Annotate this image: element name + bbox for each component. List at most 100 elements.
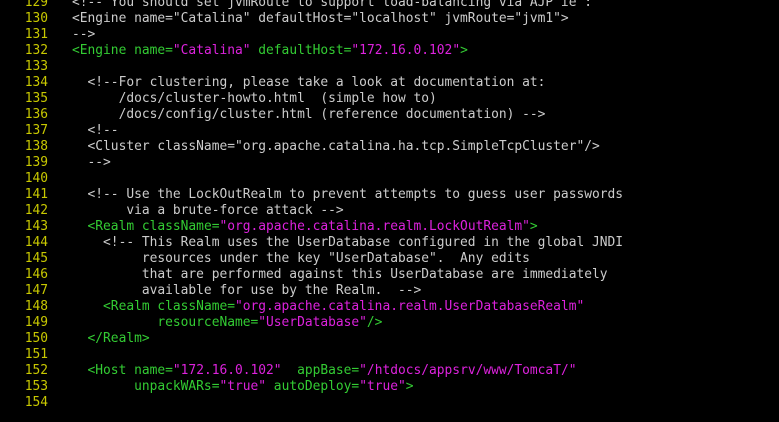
code-line[interactable]: 130 <Engine name="Catalina" defaultHost="… [0,11,779,27]
code-line[interactable]: 146 that are performed against this User… [0,267,779,283]
line-number: 141 [24,187,48,202]
code-line[interactable]: 138 <Cluster className="org.apache.catal… [0,139,779,155]
tag-token: autoDeploy= [266,379,360,394]
string-token: "172.16.0.102" [172,363,282,378]
tag-token: defaultHost= [250,43,352,58]
tag-token: name= [134,43,173,58]
line-content[interactable]: <!-- Use the LockOutRealm to prevent att… [72,187,624,203]
code-line[interactable]: 150 </Realm> [0,331,779,347]
line-content[interactable]: <!-- This Realm uses the UserDatabase co… [72,235,623,251]
line-number: 151 [24,347,48,362]
tag-token: > [529,219,538,234]
line-content[interactable]: <Cluster className="org.apache.catalina.… [72,139,600,155]
code-line[interactable]: 144 <!-- This Realm uses the UserDatabas… [0,235,779,251]
code-line[interactable]: 132 <Engine name="Catalina" defaultHost="… [0,43,779,59]
string-token: "true" [359,379,406,394]
code-line[interactable]: 145 resources under the key "UserDatabas… [0,251,779,267]
code-line[interactable]: 139 --> [0,155,779,171]
string-token: "172.16.0.102" [351,43,461,58]
code-line[interactable]: 151 [0,347,779,363]
string-token: "org.apache.catalina.realm.LockOutRealm" [219,219,530,234]
code-editor[interactable]: 129 <!-- You should set jvmRoute to suppo… [0,0,779,411]
line-number: 143 [24,219,48,234]
code-line[interactable]: 143 <Realm className="org.apache.catalin… [0,219,779,235]
line-content[interactable]: /docs/config/cluster.html (reference doc… [72,107,546,123]
line-content[interactable]: <Engine name="Catalina" defaultHost="172… [72,43,468,59]
code-line[interactable]: 153 unpackWARs="true" autoDeploy="true"> [0,379,779,395]
line-content[interactable]: <!--For clustering, please take a look a… [72,75,546,91]
line-content[interactable]: unpackWARs="true" autoDeploy="true"> [72,379,414,395]
line-number: 136 [24,107,48,122]
line-number: 146 [24,267,48,282]
string-token: "/htdocs/appsrv/www/TomcaT/" [359,363,577,378]
line-number: 149 [24,315,48,330]
line-number: 153 [24,379,48,394]
line-content[interactable]: <Realm className="org.apache.catalina.re… [72,219,538,235]
code-line[interactable]: 140 [0,171,779,187]
code-line[interactable]: 131 --> [0,27,779,43]
comment-token: <!-- Use the LockOutRealm to prevent att… [72,187,624,202]
tag-token: <Engine [72,43,135,58]
line-content[interactable]: available for use by the Realm. --> [72,283,421,299]
line-content[interactable]: that are performed against this UserData… [72,267,608,283]
line-number: 138 [24,139,48,154]
string-token: "org.apache.catalina.realm.UserDatabaseR… [234,299,585,314]
line-number: 134 [24,75,48,90]
comment-token: --> [72,27,96,42]
comment-token: <!-- This Realm uses the UserDatabase co… [72,235,624,250]
comment-token: /docs/config/cluster.html (reference doc… [72,107,546,122]
code-line[interactable]: 135 /docs/cluster-howto.html (simple how… [0,91,779,107]
line-number: 137 [24,123,48,138]
line-content[interactable]: <!-- [72,123,119,139]
tag-token: > [405,379,414,394]
line-content[interactable]: <Host name="172.16.0.102" appBase="/htdo… [72,363,577,379]
line-content[interactable]: --> [72,27,95,43]
tag-token: unpackWARs= [72,379,220,394]
comment-token: via a brute-force attack --> [72,203,344,218]
line-number: 145 [24,251,48,266]
code-line[interactable]: 147 available for use by the Realm. --> [0,283,779,299]
string-token: "Catalina" [172,43,251,58]
line-number: 132 [24,43,48,58]
code-line[interactable]: 142 via a brute-force attack --> [0,203,779,219]
line-number: 150 [24,331,48,346]
line-content[interactable]: <Realm className="org.apache.catalina.re… [72,299,584,315]
code-line[interactable]: 136 /docs/config/cluster.html (reference… [0,107,779,123]
line-content[interactable]: --> [72,155,111,171]
line-number: 140 [24,171,48,186]
line-number: 154 [24,395,48,410]
line-content[interactable]: via a brute-force attack --> [72,203,344,219]
line-number: 147 [24,283,48,298]
code-line[interactable]: 134 <!--For clustering, please take a lo… [0,75,779,91]
comment-token: <!-- [72,123,119,138]
tag-token: className= [157,299,235,314]
tag-token: /> [366,315,383,330]
code-line[interactable]: 133 [0,59,779,75]
tag-token: </Realm> [72,331,150,346]
comment-token: /docs/cluster-howto.html (simple how to) [72,91,437,106]
line-content[interactable]: /docs/cluster-howto.html (simple how to) [72,91,437,107]
line-content[interactable]: <!-- You should set jvmRoute to support … [72,0,592,11]
code-line[interactable]: 137 <!-- [0,123,779,139]
tag-token: className= [141,219,220,234]
line-number: 129 [24,0,48,10]
code-line[interactable]: 129 <!-- You should set jvmRoute to suppo… [0,0,779,11]
line-number: 144 [24,235,48,250]
comment-token: <Cluster className="org.apache.catalina.… [72,139,600,154]
code-line[interactable]: 152 <Host name="172.16.0.102" appBase="/… [0,363,779,379]
tag-token: resourceName= [72,315,259,330]
line-content[interactable]: resources under the key "UserDatabase". … [72,251,530,267]
line-content[interactable]: resourceName="UserDatabase"/> [72,315,382,331]
code-line[interactable]: 141 <!-- Use the LockOutRealm to prevent… [0,187,779,203]
code-line[interactable]: 149 resourceName="UserDatabase"/> [0,315,779,331]
code-line[interactable]: 154 [0,395,779,411]
line-number: 139 [24,155,48,170]
string-token: "UserDatabase" [258,315,367,330]
line-number: 135 [24,91,48,106]
code-line[interactable]: 148 <Realm className="org.apache.catalin… [0,299,779,315]
tag-token: <Host [72,363,135,378]
line-content[interactable]: <Engine name="Catalina" defaultHost="loc… [72,11,569,27]
line-content[interactable]: </Realm> [72,331,150,347]
string-token: "true" [219,379,267,394]
comment-token: that are performed against this UserData… [72,267,608,282]
